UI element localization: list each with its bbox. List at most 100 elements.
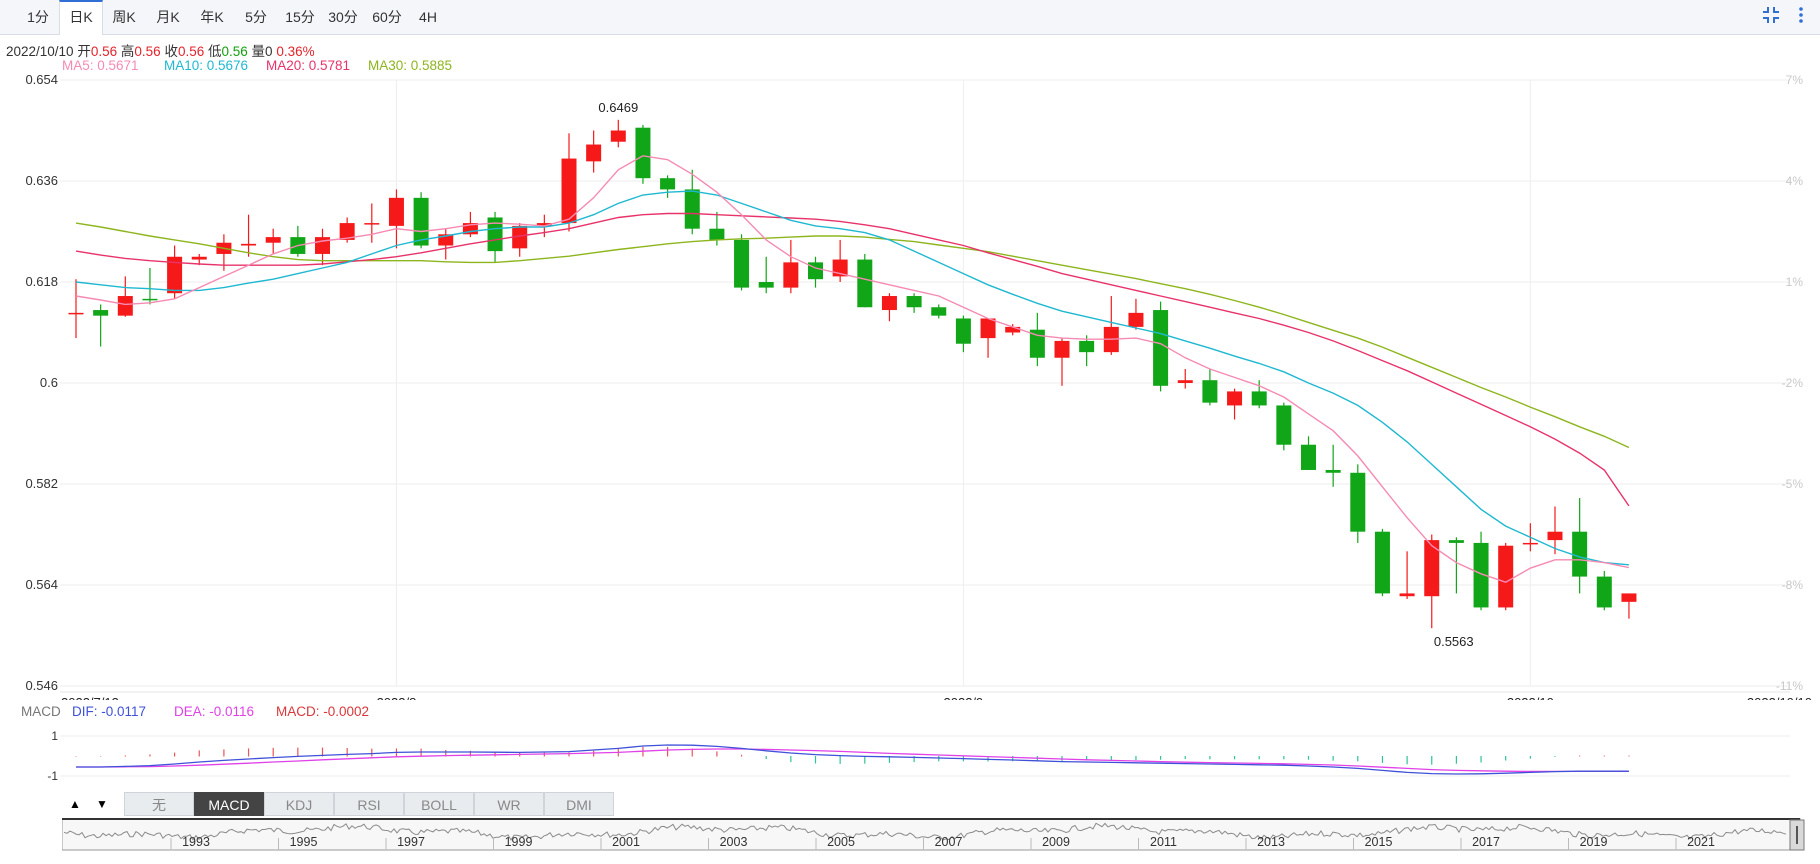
tab-5min[interactable]: 5分 [240, 0, 272, 34]
collapse-icon[interactable] [1760, 5, 1782, 27]
candle-body[interactable] [1005, 326, 1021, 333]
candle-body[interactable] [857, 259, 873, 308]
candle-body[interactable] [610, 130, 626, 142]
candle-body[interactable] [955, 318, 971, 344]
candle-body[interactable] [1227, 391, 1243, 406]
candle-body[interactable] [1399, 593, 1415, 597]
candle-body[interactable] [117, 296, 133, 316]
dif-legend: DIF: -0.0117 [72, 704, 147, 719]
period-tab-bar: 1分 日K 周K 月K 年K 5分 15分 30分 60分 4H [0, 0, 1820, 35]
candle-body[interactable] [1621, 593, 1637, 602]
percent-tick-label: 1% [1786, 275, 1804, 289]
percent-tick-label: -2% [1782, 376, 1804, 390]
candle-body[interactable] [758, 282, 774, 288]
high-value: 0.56 [134, 44, 161, 59]
navigator-year-label: 1995 [290, 835, 318, 849]
percent-tick-label: 4% [1786, 174, 1804, 188]
candle-body[interactable] [561, 158, 577, 224]
candle-body[interactable] [1202, 380, 1218, 403]
candle-body[interactable] [709, 228, 725, 240]
candle-body[interactable] [783, 262, 799, 288]
navigator-year-label: 2009 [1042, 835, 1070, 849]
candle-body[interactable] [1054, 340, 1070, 358]
tab-yearly[interactable]: 年K [196, 0, 228, 34]
navigator-track [62, 818, 1801, 851]
open-label: 开 [77, 44, 91, 59]
x-tick-label: 2022/8 [377, 695, 417, 700]
candle-body[interactable] [1276, 405, 1292, 445]
candle-body[interactable] [586, 144, 602, 162]
close-value: 0.56 [177, 44, 205, 59]
more-vertical-icon[interactable] [1790, 5, 1812, 27]
candle-body[interactable] [1153, 310, 1169, 386]
candle-body[interactable] [191, 256, 207, 260]
macd-title: MACD [21, 704, 61, 719]
ohlc-info: 2022/10/10 开0.56 高0.56 收0.56 低0.56 量0 0.… [6, 40, 315, 60]
indicator-tab-dmi[interactable]: DMI [544, 792, 614, 816]
candle-body[interactable] [1498, 545, 1514, 608]
candle-body[interactable] [734, 239, 750, 288]
candle-body[interactable] [388, 197, 404, 226]
candle-body[interactable] [93, 310, 109, 316]
percent-tick-label: -11% [1776, 679, 1803, 693]
tab-weekly[interactable]: 周K [108, 0, 140, 34]
tab-daily[interactable]: 日K [59, 0, 103, 35]
candle-body[interactable] [980, 318, 996, 339]
navigator-year-label: 1999 [505, 835, 533, 849]
candle-body[interactable] [1301, 444, 1316, 470]
candle-body[interactable] [265, 237, 281, 243]
tab-1min[interactable]: 1分 [24, 0, 52, 34]
candle-body[interactable] [315, 237, 330, 254]
candle-body[interactable] [881, 296, 897, 311]
candle-body[interactable] [241, 243, 257, 246]
open-value: 0.56 [90, 44, 118, 59]
indicator-tab-wr[interactable]: WR [474, 792, 544, 816]
tab-30min[interactable]: 30分 [326, 0, 360, 34]
macd-chart[interactable]: 1 -1 [0, 718, 1820, 788]
candle-body[interactable] [1177, 380, 1193, 383]
ma10-line [75, 190, 1629, 566]
indicator-tab-none[interactable]: 无 [124, 792, 194, 816]
indicator-tab-kdj[interactable]: KDJ [264, 792, 334, 816]
tab-monthly[interactable]: 月K [152, 0, 184, 34]
indicator-tab-boll[interactable]: BOLL [404, 792, 474, 816]
candle-body[interactable] [1325, 469, 1341, 473]
candle-body[interactable] [1079, 340, 1095, 353]
scroll-up-icon[interactable]: ▲ [63, 792, 87, 816]
candle-body[interactable] [68, 312, 84, 315]
candlestick-chart[interactable]: 0.654 7% 0.636 4% 0.618 1% 0.6 -2% 0.582 -5% 0.564… [0, 60, 1820, 700]
candle-body[interactable] [1448, 540, 1464, 543]
macd-y-tick: -1 [47, 769, 58, 783]
volume-label: 量 [251, 44, 266, 59]
macd-value-legend: MACD: -0.0002 [276, 704, 370, 719]
candle-body[interactable] [1547, 531, 1563, 541]
tab-60min[interactable]: 60分 [370, 0, 404, 34]
indicator-tab-rsi[interactable]: RSI [334, 792, 404, 816]
candle-body[interactable] [1572, 531, 1588, 577]
candle-body[interactable] [1128, 312, 1144, 327]
close-label: 收 [164, 44, 178, 59]
candle-body[interactable] [931, 307, 947, 316]
tab-15min[interactable]: 15分 [283, 0, 317, 34]
tab-4h[interactable]: 4H [414, 0, 442, 34]
candle-body[interactable] [364, 223, 380, 225]
candle-body[interactable] [1374, 531, 1390, 594]
candle-body[interactable] [1522, 542, 1538, 545]
scroll-down-icon[interactable]: ▼ [90, 792, 114, 816]
candle-body[interactable] [1350, 472, 1366, 532]
y-tick-label: 0.618 [25, 274, 58, 289]
indicator-tab-macd[interactable]: MACD [194, 792, 264, 816]
candle-body[interactable] [906, 296, 922, 308]
candle-body[interactable] [660, 178, 676, 190]
low-annotation: 0.5563 [1434, 634, 1474, 649]
candle-body[interactable] [142, 298, 158, 301]
candle-body[interactable] [635, 127, 651, 179]
candle-body[interactable] [1251, 391, 1267, 406]
time-navigator[interactable]: 1993 1995 1997 1999 2001 2003 2005 2007 2009 2011… [62, 818, 1820, 852]
y-tick-label: 0.636 [25, 173, 58, 188]
x-tick-label: 2022/10/10 [1747, 695, 1812, 700]
candle-body[interactable] [1596, 576, 1612, 608]
low-label: 低 [207, 44, 222, 59]
candle-body[interactable] [684, 189, 700, 229]
navigator-top-border [62, 818, 1800, 820]
